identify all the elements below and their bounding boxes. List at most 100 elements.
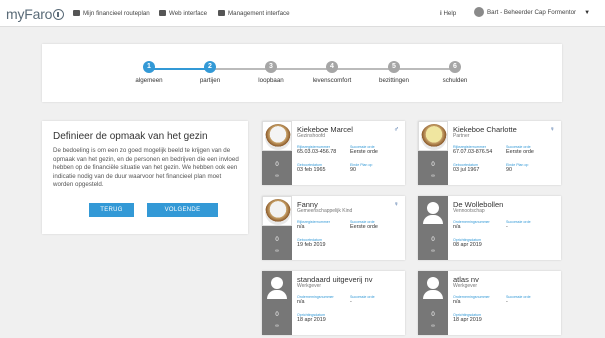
card-side: 0 ∞ xyxy=(418,121,448,185)
party-card[interactable]: 0 ∞ Kiekeboe Charlotte Partner ♀ Rijksregiste… xyxy=(418,121,561,185)
party-role: Gezinshoofd xyxy=(297,133,326,139)
field-value: 03 jul 1967 xyxy=(453,167,480,173)
count-value: 0 xyxy=(275,162,279,168)
link-icon: ∞ xyxy=(431,173,435,179)
count-value: 0 xyxy=(431,312,435,318)
field-label: Successie orde xyxy=(506,220,531,224)
nav-management-label: Management interface xyxy=(228,10,290,17)
field-value: Eerste orde xyxy=(350,149,378,155)
party-photo xyxy=(262,196,292,226)
link-icon: ∞ xyxy=(431,323,435,329)
step-circle: 5 xyxy=(388,61,400,73)
top-navbar: myFaro Mijn financieel routeplan Web int… xyxy=(0,0,605,27)
help-link[interactable]: i Help xyxy=(440,10,456,17)
card-side: 0 ∞ xyxy=(418,271,448,335)
intro-title: Definieer de opmaak van het gezin xyxy=(53,131,208,142)
party-card[interactable]: 0 ∞ standaard uitgeverij nv Werkgever Ondern… xyxy=(262,271,405,335)
field-value: 67.07.03-876.54 xyxy=(453,149,493,155)
party-photo xyxy=(418,121,448,151)
field-value: n/a xyxy=(453,299,461,305)
field-value: 90 xyxy=(350,167,356,173)
party-card[interactable]: 0 ∞ Kiekeboe Marcel Gezinshoofd ♂ Rijksregist… xyxy=(262,121,405,185)
party-role: Vennootschap xyxy=(453,208,485,214)
nav-web-interface[interactable]: Web interface xyxy=(159,10,207,17)
field-value: 65.03.03-456.78 xyxy=(297,149,337,155)
party-photo xyxy=(262,121,292,151)
step-label: levenscomfort xyxy=(312,77,352,84)
gender-icon: ♂ xyxy=(393,126,399,133)
party-card[interactable]: 0 ∞ De Wollebollen Vennootschap Ondernemings… xyxy=(418,196,561,260)
step-label: algemeen xyxy=(135,77,163,84)
field-value: - xyxy=(506,299,508,305)
field-label: Successie orde xyxy=(506,295,531,299)
gender-icon: ♀ xyxy=(549,126,555,133)
step-circle: 2 xyxy=(204,61,216,73)
step-label: partijen xyxy=(199,77,221,84)
party-card[interactable]: 0 ∞ atlas nv Werkgever Ondernemingsnummer n/a… xyxy=(418,271,561,335)
map-icon xyxy=(73,10,80,16)
link-icon: ∞ xyxy=(275,323,279,329)
step-2[interactable]: 2 partijen xyxy=(180,61,240,84)
logo-icon xyxy=(53,9,65,20)
chevron-down-icon: ▼ xyxy=(584,10,591,16)
card-side: 0 ∞ xyxy=(262,271,292,335)
field-value: Eerste orde xyxy=(350,224,378,230)
step-5[interactable]: 5 bezittingen xyxy=(364,61,424,84)
count-value: 0 xyxy=(431,237,435,243)
nav-routeplan-label: Mijn financieel routeplan xyxy=(83,10,150,17)
card-side: 0 ∞ xyxy=(262,196,292,260)
field-value: n/a xyxy=(297,224,305,230)
field-label: Successie orde xyxy=(350,295,375,299)
party-card[interactable]: 0 ∞ Fanny Gemeenschappelijk Kind ♀ Rijksregis… xyxy=(262,196,405,260)
party-role: Gemeenschappelijk Kind xyxy=(297,208,353,214)
nav-web-label: Web interface xyxy=(169,10,208,17)
link-icon: ∞ xyxy=(275,248,279,254)
count-value: 0 xyxy=(275,312,279,318)
field-value: n/a xyxy=(453,224,461,230)
count-value: 0 xyxy=(431,162,435,168)
gender-icon: ♀ xyxy=(393,201,399,208)
field-value: n/a xyxy=(297,299,305,305)
brand-logo[interactable]: myFaro xyxy=(6,6,65,22)
field-value: 08 apr 2019 xyxy=(453,242,482,248)
step-4[interactable]: 4 levenscomfort xyxy=(302,61,362,84)
step-label: schulden xyxy=(442,77,468,84)
step-circle: 1 xyxy=(143,61,155,73)
step-circle: 4 xyxy=(326,61,338,73)
step-circle: 3 xyxy=(265,61,277,73)
nav-routeplan[interactable]: Mijn financieel routeplan xyxy=(73,10,150,17)
step-circle: 6 xyxy=(449,61,461,73)
intro-text: De bedoeling is om een zo goed mogelijk … xyxy=(53,147,239,188)
step-label: bezittingen xyxy=(379,77,409,84)
field-value: - xyxy=(350,299,352,305)
nav-management-interface[interactable]: Management interface xyxy=(218,10,290,17)
party-role: Werkgever xyxy=(453,283,478,289)
step-3[interactable]: 3 loopbaan xyxy=(241,61,301,84)
party-role: Partner xyxy=(453,133,470,139)
avatar xyxy=(474,7,484,17)
step-label: loopbaan xyxy=(258,77,284,84)
card-side: 0 ∞ xyxy=(418,196,448,260)
count-value: 0 xyxy=(275,237,279,243)
link-icon: ∞ xyxy=(275,173,279,179)
help-label: Help xyxy=(443,10,457,17)
user-name: Bart - Beheerder Cap Formentor xyxy=(487,9,577,16)
table-icon xyxy=(218,10,225,16)
field-value: 90 xyxy=(506,167,512,173)
field-value: 03 feb 1965 xyxy=(297,167,326,173)
step-6[interactable]: 6 schulden xyxy=(425,61,485,84)
step-1[interactable]: 1 algemeen xyxy=(119,61,179,84)
link-icon: ∞ xyxy=(431,248,435,254)
field-value: - xyxy=(506,224,508,230)
user-menu[interactable]: Bart - Beheerder Cap Formentor ▼ xyxy=(474,7,590,17)
web-icon xyxy=(159,10,166,16)
party-role: Werkgever xyxy=(297,283,322,289)
next-button[interactable]: VOLGENDE xyxy=(147,203,218,217)
brand-text: myFaro xyxy=(6,6,53,22)
field-value: 18 apr 2019 xyxy=(297,317,326,323)
intro-card: Definieer de opmaak van het gezin De bed… xyxy=(42,121,248,234)
card-side: 0 ∞ xyxy=(262,121,292,185)
field-value: 19 feb 2019 xyxy=(297,242,326,248)
back-button[interactable]: TERUG xyxy=(89,203,134,217)
wizard-stepper: 1 algemeen 2 partijen 3 loopbaan 4 levenscomfor… xyxy=(42,44,562,102)
